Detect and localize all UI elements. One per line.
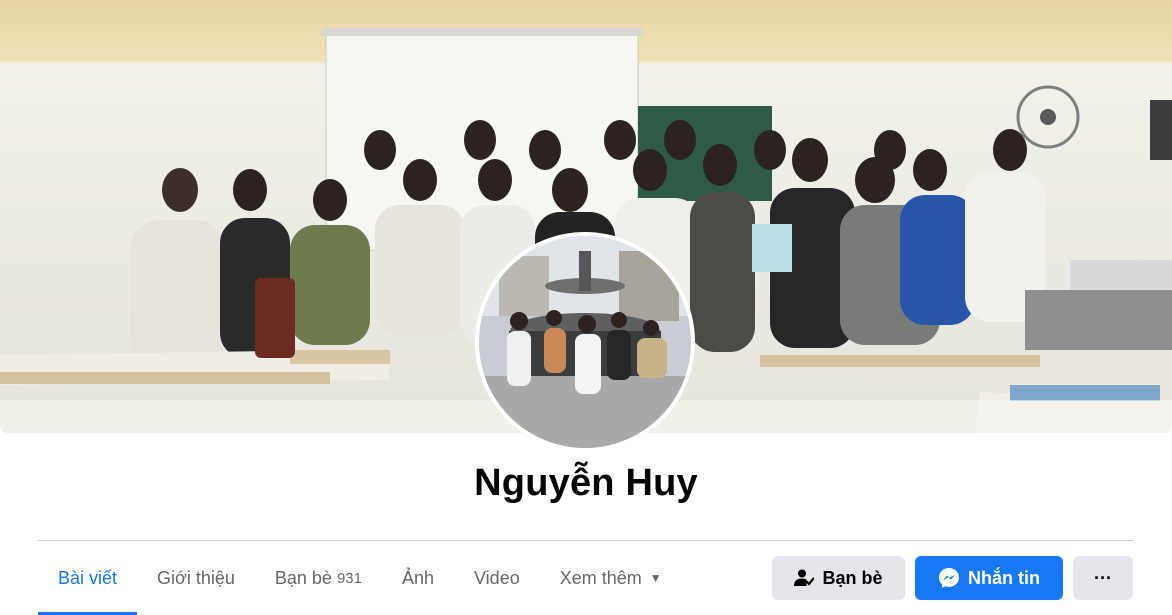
profile-avatar[interactable] [475,232,695,452]
tab-photos-label: Ảnh [401,567,434,588]
avatar-image [479,236,691,448]
tab-friends[interactable]: Bạn bè 931 [255,556,382,600]
tab-posts[interactable]: Bài viết [38,556,138,615]
friends-button-label: Bạn bè [822,567,883,588]
profile-tabs: Bài viết Giới thiệu Bạn bè 931 Ảnh Video… [38,556,682,615]
tab-posts-label: Bài viết [58,567,118,588]
message-button-label: Nhắn tin [968,567,1040,588]
tab-video[interactable]: Video [454,556,540,600]
divider [38,540,1133,541]
friends-button[interactable]: Bạn bè [772,556,905,600]
more-dots-icon: ··· [1094,567,1112,588]
tab-friends-label: Bạn bè [274,567,332,588]
more-options-button[interactable]: ··· [1073,556,1133,600]
tab-photos[interactable]: Ảnh [382,556,454,600]
tab-video-label: Video [474,567,520,588]
friends-count: 931 [336,569,362,587]
tab-more-label: Xem thêm [559,567,642,588]
message-button[interactable]: Nhắn tin [915,556,1063,600]
tab-about[interactable]: Giới thiệu [137,556,255,600]
profile-actions: Bạn bè Nhắn tin ··· [772,556,1133,600]
person-check-icon [794,568,815,588]
tab-more[interactable]: Xem thêm ▼ [540,556,682,600]
profile-name: Nguyễn Huy [474,462,698,504]
caret-down-icon: ▼ [649,571,662,585]
tab-about-label: Giới thiệu [157,567,235,588]
messenger-icon [938,567,960,589]
